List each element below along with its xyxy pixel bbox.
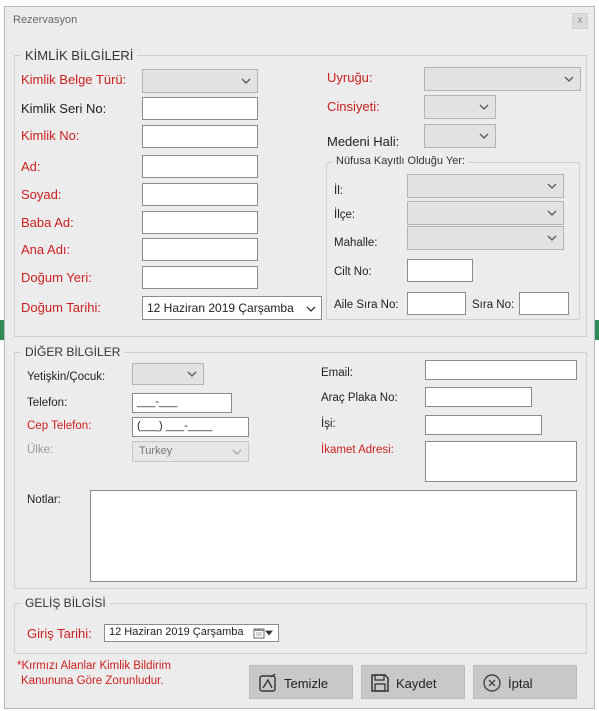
registry-legend: Nüfusa Kayıtlı Olduğu Yer: [333, 155, 469, 167]
serial-no-label: Kimlik Seri No: [21, 101, 107, 116]
arrival-date-value: 12 Haziran 2019 Çarşamba [109, 626, 244, 638]
other-info-legend: DİĞER BİLGİLER [25, 345, 121, 359]
arrival-date-label: Giriş Tarihi: [27, 626, 92, 641]
birth-date-picker[interactable]: 12 Haziran 2019 Çarşamba [142, 296, 322, 320]
family-no-label: Aile Sıra No: [334, 299, 399, 311]
mobile-mask: (___) ___-____ [137, 420, 213, 432]
phone-input[interactable]: ___-___ [132, 393, 232, 413]
mobile-label: Cep Telefon: [27, 420, 92, 432]
nationality-select[interactable] [424, 67, 581, 91]
notes-textarea[interactable] [90, 490, 577, 582]
chevron-down-icon [479, 131, 489, 141]
family-no-input[interactable] [407, 292, 466, 315]
chevron-down-icon [232, 447, 242, 457]
birth-place-label: Doğum Yeri: [21, 270, 92, 285]
clear-button-label: Temizle [284, 676, 329, 691]
chevron-down-icon [479, 102, 489, 112]
chevron-down-icon [547, 181, 557, 191]
volume-no-label: Cilt No: [334, 266, 372, 278]
clear-button[interactable]: Temizle [249, 665, 353, 699]
chevron-down-icon [547, 208, 557, 218]
plate-input[interactable] [425, 387, 532, 407]
gender-label: Cinsiyeti: [327, 99, 380, 114]
birth-date-label: Doğum Tarihi: [21, 300, 101, 315]
birth-date-value: 12 Haziran 2019 Çarşamba [147, 301, 294, 315]
gender-select[interactable] [424, 95, 496, 119]
neighborhood-select[interactable] [407, 226, 564, 250]
country-value: Turkey [139, 445, 173, 457]
birth-place-input[interactable] [142, 266, 258, 289]
job-input[interactable] [425, 415, 542, 435]
district-select[interactable] [407, 201, 564, 225]
email-label: Email: [321, 367, 353, 379]
chevron-down-icon [187, 369, 197, 379]
name-label: Ad: [21, 159, 41, 174]
notes-label: Notlar: [27, 494, 61, 506]
required-note-line2: Kanununa Göre Zorunludur. [21, 675, 164, 687]
mother-name-label: Ana Adı: [21, 242, 71, 257]
title-bar: Rezervasyon x [5, 7, 594, 33]
plate-label: Araç Plaka No: [321, 392, 398, 404]
name-input[interactable] [142, 155, 258, 178]
save-button[interactable]: Kaydet [361, 665, 465, 699]
cancel-button[interactable]: İptal [473, 665, 577, 699]
marital-select[interactable] [424, 124, 496, 148]
email-input[interactable] [425, 360, 577, 380]
serial-no-input[interactable] [142, 97, 258, 120]
identity-legend: KİMLİK BİLGİLERİ [25, 48, 134, 63]
nationality-label: Uyruğu: [327, 70, 373, 85]
address-label: İkamet Adresi: [321, 444, 394, 456]
arrival-legend: GELİŞ BİLGİSİ [25, 596, 106, 610]
required-fields-note: *Kırmızı Alanlar Kimlik Bildirim Kanunun… [17, 659, 171, 689]
chevron-down-icon [306, 304, 316, 314]
surname-label: Soyad: [21, 187, 62, 202]
calendar-icon [253, 627, 265, 642]
country-label: Ülke: [27, 444, 54, 456]
province-label: İl: [334, 185, 343, 197]
doc-type-select[interactable] [142, 69, 258, 93]
chevron-down-icon [564, 74, 574, 84]
job-label: İşi: [321, 418, 336, 430]
address-input[interactable] [425, 441, 577, 482]
arrival-date-picker[interactable]: 12 Haziran 2019 Çarşamba [104, 624, 279, 642]
chevron-down-icon [241, 76, 251, 86]
chevron-down-icon [547, 233, 557, 243]
close-button[interactable]: x [572, 13, 588, 29]
clear-form-icon [258, 673, 278, 693]
rezervasyon-dialog: Rezervasyon x KİMLİK BİLGİLERİ Kimlik Be… [4, 6, 595, 709]
marital-label: Medeni Hali: [327, 134, 400, 149]
background-green-bar-right [595, 320, 599, 340]
mother-name-input[interactable] [142, 238, 258, 261]
window-title: Rezervasyon [13, 14, 78, 26]
chevron-down-icon [265, 629, 275, 639]
district-label: İlçe: [334, 209, 356, 221]
father-name-label: Baba Ad: [21, 215, 74, 230]
phone-label: Telefon: [27, 397, 68, 409]
neighborhood-label: Mahalle: [334, 237, 378, 249]
id-no-label: Kimlik No: [21, 128, 80, 143]
cancel-circle-icon [482, 673, 502, 693]
cancel-button-label: İptal [508, 676, 533, 691]
father-name-input[interactable] [142, 211, 258, 234]
id-no-input[interactable] [142, 125, 258, 148]
sequence-no-input[interactable] [519, 292, 569, 315]
sequence-no-label: Sıra No: [472, 299, 515, 311]
arrival-section: GELİŞ BİLGİSİ [14, 596, 587, 654]
adult-child-label: Yetişkin/Çocuk: [27, 371, 106, 383]
surname-input[interactable] [142, 183, 258, 206]
required-note-line1: *Kırmızı Alanlar Kimlik Bildirim [17, 660, 171, 672]
phone-mask: ___-___ [137, 396, 178, 408]
volume-no-input[interactable] [407, 259, 473, 282]
save-button-label: Kaydet [396, 676, 437, 691]
doc-type-label: Kimlik Belge Türü: [21, 72, 127, 87]
mobile-input[interactable]: (___) ___-____ [132, 417, 249, 437]
province-select[interactable] [407, 174, 564, 198]
adult-child-select[interactable] [132, 363, 204, 385]
country-select: Turkey [132, 441, 249, 462]
floppy-disk-icon [370, 673, 390, 693]
